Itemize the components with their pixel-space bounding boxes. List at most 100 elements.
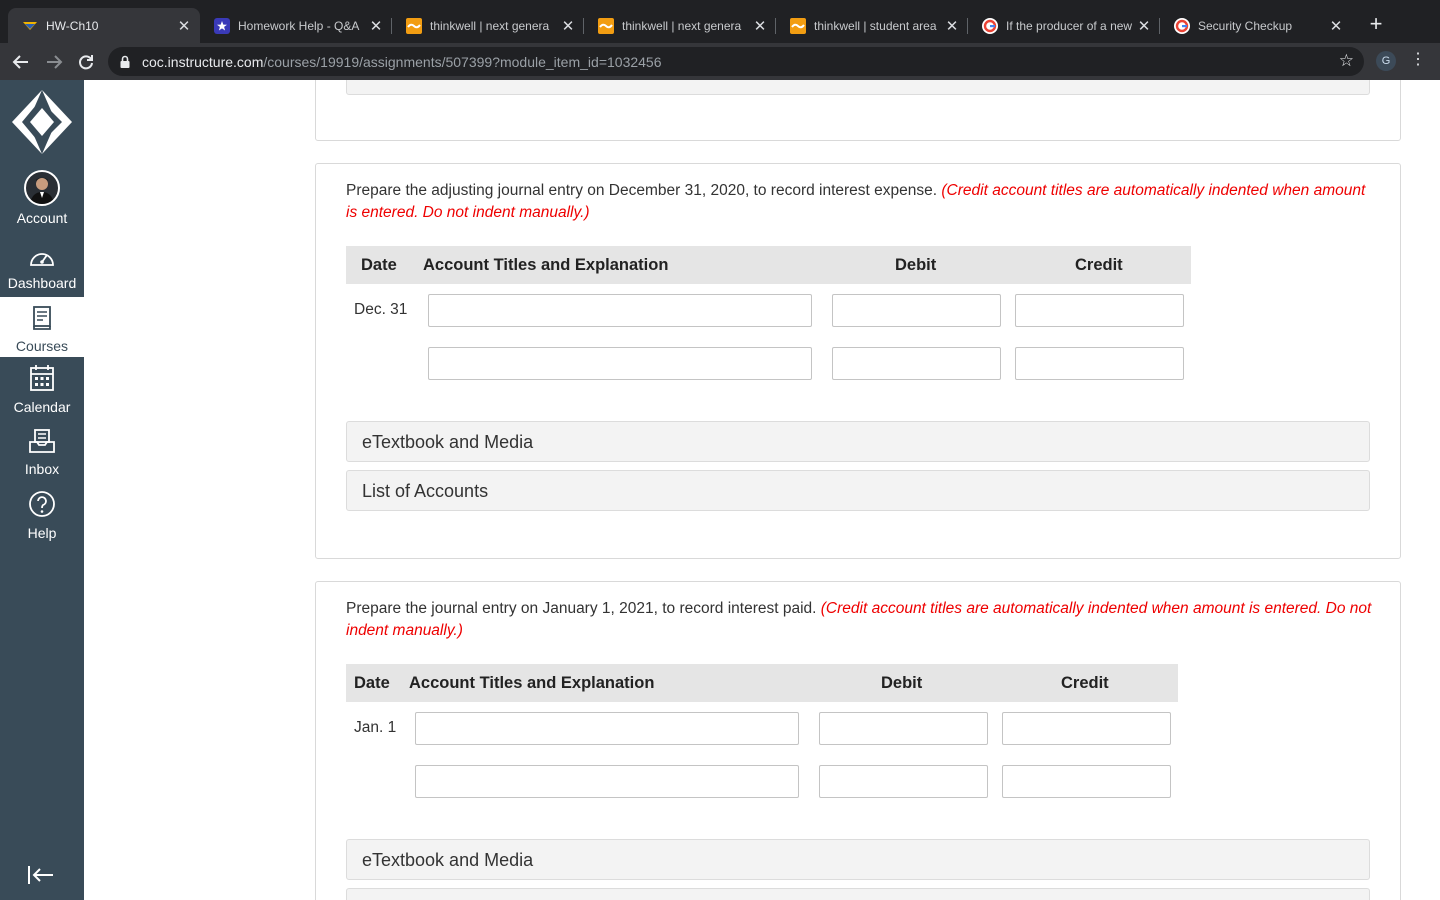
- nav-item-account[interactable]: Account: [0, 170, 84, 230]
- calendar-icon: [0, 364, 84, 395]
- previous-collapsible-panel[interactable]: [346, 80, 1370, 95]
- entry-date: Dec. 31: [354, 301, 408, 318]
- nav-item-dashboard[interactable]: Dashboard: [0, 240, 84, 296]
- global-navigation: Account Dashboard Courses Calendar Inbox…: [0, 80, 84, 900]
- collapse-nav-icon[interactable]: [26, 864, 56, 891]
- url-path: /courses/19919/assignments/507399?module…: [263, 54, 662, 70]
- tab-title: thinkwell | next genera: [622, 18, 742, 33]
- close-tab-icon[interactable]: ✕: [1134, 17, 1154, 35]
- browser-tab-google-search[interactable]: If the producer of a new ✕: [968, 8, 1160, 43]
- browser-tab-hw-ch10[interactable]: HW-Ch10 ✕: [8, 8, 200, 43]
- dashboard-icon: [0, 248, 84, 271]
- tab-title: If the producer of a new: [1006, 18, 1133, 33]
- assignment-content: Prepare the adjusting journal entry on D…: [84, 80, 1440, 900]
- tab-title: thinkwell | student area: [814, 18, 937, 33]
- thinkwell-favicon-icon: [406, 17, 422, 34]
- star-favicon-icon: [214, 17, 230, 34]
- question-prompt: Prepare the journal entry on January 1, …: [346, 598, 1376, 642]
- credit-amount-input[interactable]: [1002, 712, 1171, 745]
- account-title-input[interactable]: [428, 294, 812, 327]
- nav-label: Help: [27, 525, 57, 541]
- url-host: coc.instructure.com: [142, 54, 264, 70]
- tab-title: Homework Help - Q&A: [238, 18, 360, 33]
- canvas-favicon-icon: [22, 18, 38, 34]
- google-favicon-icon: [982, 17, 998, 34]
- header-credit: Credit: [1075, 256, 1123, 274]
- browser-tab-thinkwell-1[interactable]: thinkwell | next genera ✕: [392, 8, 584, 43]
- header-date: Date: [361, 256, 397, 274]
- browser-tab-thinkwell-2[interactable]: thinkwell | next genera ✕: [584, 8, 776, 43]
- forward-arrow-icon[interactable]: [42, 50, 66, 74]
- reload-icon[interactable]: [74, 50, 98, 74]
- close-tab-icon[interactable]: ✕: [366, 17, 386, 35]
- question-card-interest-paid: Prepare the journal entry on January 1, …: [315, 581, 1401, 900]
- nav-label: Account: [16, 210, 68, 226]
- header-debit: Debit: [895, 256, 937, 274]
- browser-tab-strip: HW-Ch10 ✕ Homework Help - Q&A ✕ thinkwel…: [0, 0, 1440, 43]
- browser-menu-icon[interactable]: ⋮: [1410, 49, 1426, 71]
- thinkwell-favicon-icon: [790, 17, 806, 34]
- account-title-input[interactable]: [415, 712, 799, 745]
- nav-label: Dashboard: [7, 275, 77, 291]
- entry-date: Jan. 1: [354, 719, 397, 736]
- header-credit: Credit: [1061, 674, 1109, 692]
- debit-amount-input[interactable]: [819, 712, 988, 745]
- nav-label: Inbox: [24, 461, 60, 477]
- nav-label: Calendar: [13, 399, 71, 415]
- header-account: Account Titles and Explanation: [423, 256, 669, 274]
- new-tab-button[interactable]: +: [1364, 12, 1388, 36]
- nav-item-courses[interactable]: Courses: [0, 297, 84, 357]
- journal-table-header: Date Account Titles and Explanation Debi…: [346, 664, 1178, 702]
- header-account: Account Titles and Explanation: [409, 674, 655, 692]
- etextbook-media-panel[interactable]: eTextbook and Media: [346, 421, 1370, 462]
- question-card-adjusting-entry: Prepare the adjusting journal entry on D…: [315, 163, 1401, 559]
- google-favicon-icon: [1174, 17, 1190, 34]
- browser-tab-homework-help[interactable]: Homework Help - Q&A ✕: [200, 8, 392, 43]
- header-debit: Debit: [881, 674, 923, 692]
- debit-amount-input[interactable]: [819, 765, 988, 798]
- tab-title: HW-Ch10: [46, 18, 99, 33]
- prompt-text: Prepare the adjusting journal entry on D…: [346, 182, 938, 199]
- credit-amount-input[interactable]: [1015, 294, 1184, 327]
- account-title-input[interactable]: [415, 765, 799, 798]
- courses-icon: [0, 305, 84, 334]
- url-text: coc.instructure.com/courses/19919/assign…: [142, 54, 662, 70]
- etextbook-media-panel[interactable]: eTextbook and Media: [346, 839, 1370, 880]
- credit-amount-input[interactable]: [1002, 765, 1171, 798]
- canvas-logo-icon[interactable]: [8, 88, 76, 156]
- avatar-icon: [24, 170, 60, 206]
- lock-icon: [120, 55, 130, 68]
- tab-title: thinkwell | next genera: [430, 18, 550, 33]
- bookmark-star-icon[interactable]: ☆: [1339, 51, 1354, 71]
- debit-amount-input[interactable]: [832, 347, 1001, 380]
- previous-question-card: [315, 80, 1401, 141]
- profile-avatar-button[interactable]: G: [1376, 51, 1396, 71]
- browser-tab-thinkwell-student[interactable]: thinkwell | student area ✕: [776, 8, 968, 43]
- thinkwell-favicon-icon: [598, 17, 614, 34]
- browser-tab-security-checkup[interactable]: Security Checkup ✕: [1160, 8, 1352, 43]
- prompt-text: Prepare the journal entry on January 1, …: [346, 600, 817, 617]
- close-tab-icon[interactable]: ✕: [558, 17, 578, 35]
- help-icon: [0, 490, 84, 521]
- question-prompt: Prepare the adjusting journal entry on D…: [346, 180, 1376, 224]
- nav-item-calendar[interactable]: Calendar: [0, 364, 84, 420]
- nav-item-help[interactable]: Help: [0, 490, 84, 546]
- credit-amount-input[interactable]: [1015, 347, 1184, 380]
- close-tab-icon[interactable]: ✕: [1326, 17, 1346, 35]
- debit-amount-input[interactable]: [832, 294, 1001, 327]
- list-of-accounts-panel[interactable]: List of Accounts: [346, 470, 1370, 511]
- tab-title: Security Checkup: [1198, 18, 1293, 33]
- back-arrow-icon[interactable]: [9, 50, 33, 74]
- nav-item-inbox[interactable]: Inbox: [0, 428, 84, 484]
- journal-table-header: Date Account Titles and Explanation Debi…: [346, 246, 1191, 284]
- inbox-icon: [0, 428, 84, 457]
- close-tab-icon[interactable]: ✕: [174, 17, 194, 35]
- account-title-input[interactable]: [428, 347, 812, 380]
- nav-label: Courses: [15, 338, 69, 354]
- close-tab-icon[interactable]: ✕: [750, 17, 770, 35]
- close-tab-icon[interactable]: ✕: [942, 17, 962, 35]
- browser-toolbar: coc.instructure.com/courses/19919/assign…: [0, 43, 1440, 80]
- address-bar[interactable]: coc.instructure.com/courses/19919/assign…: [108, 47, 1364, 76]
- next-collapsible-panel[interactable]: [346, 888, 1370, 900]
- header-date: Date: [354, 674, 390, 692]
